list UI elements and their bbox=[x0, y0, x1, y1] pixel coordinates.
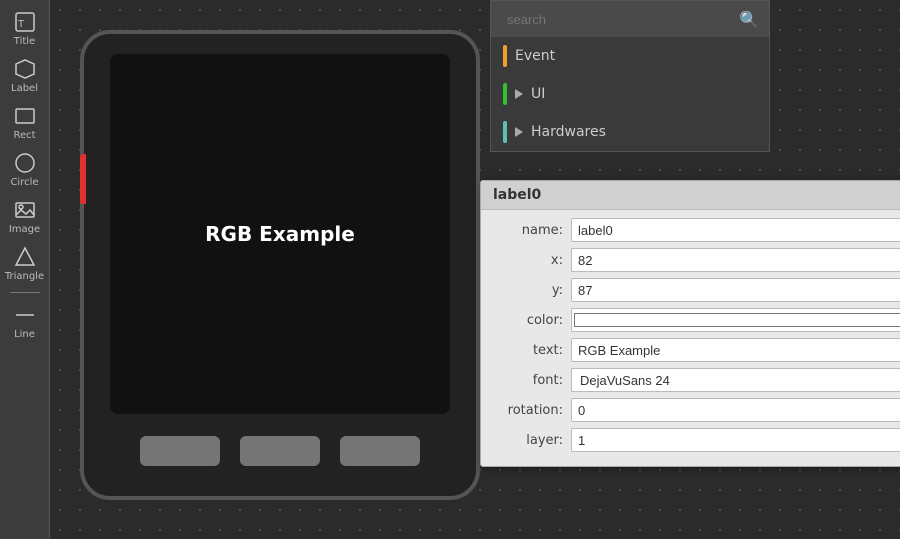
sidebar-item-rect-label: Rect bbox=[13, 130, 35, 141]
sidebar-item-label-label: Label bbox=[11, 83, 38, 94]
dropdown-ui-label: UI bbox=[531, 86, 545, 102]
svg-text:T: T bbox=[18, 19, 24, 30]
prop-input-layer[interactable] bbox=[571, 428, 900, 452]
prop-row-layer: layer: bbox=[493, 428, 900, 452]
dropdown-item-event[interactable]: Event bbox=[491, 37, 769, 75]
device-frame: RGB Example bbox=[80, 30, 480, 500]
prop-input-name[interactable] bbox=[571, 218, 900, 242]
ui-color-bar bbox=[503, 83, 507, 105]
props-header: label0 × bbox=[481, 181, 900, 210]
prop-input-text[interactable] bbox=[571, 338, 900, 362]
props-title: label0 bbox=[493, 187, 541, 203]
props-body: name: x: y: color: bbox=[481, 210, 900, 466]
sidebar-item-rect[interactable]: Rect bbox=[2, 100, 48, 145]
prop-label-y: y: bbox=[493, 283, 563, 298]
prop-row-x: x: bbox=[493, 248, 900, 272]
prop-input-color[interactable] bbox=[571, 308, 900, 332]
properties-panel: label0 × name: x: y: bbox=[480, 180, 900, 467]
hw-expand-icon bbox=[515, 127, 523, 137]
sidebar-item-circle[interactable]: Circle bbox=[2, 147, 48, 192]
prop-row-rotation: rotation: bbox=[493, 398, 900, 422]
prop-label-text: text: bbox=[493, 343, 563, 358]
dropdown-item-ui[interactable]: UI bbox=[491, 75, 769, 113]
prop-label-x: x: bbox=[493, 253, 563, 268]
sidebar-item-label[interactable]: Label bbox=[2, 53, 48, 98]
prop-row-y: y: bbox=[493, 278, 900, 302]
prop-select-font[interactable]: DejaVuSans 24 DejaVuSans 18 DejaVuSans 1… bbox=[571, 368, 900, 392]
dropdown-event-label: Event bbox=[515, 48, 555, 64]
sidebar-item-circle-label: Circle bbox=[10, 177, 38, 188]
screen-text: RGB Example bbox=[205, 222, 355, 246]
sidebar-item-image-label: Image bbox=[9, 224, 40, 235]
sidebar-item-title-label: Title bbox=[14, 36, 35, 47]
device-btn-1[interactable] bbox=[140, 436, 220, 466]
sidebar-item-triangle-label: Triangle bbox=[5, 271, 44, 282]
canvas-area[interactable]: RGB Example 🔍 Event UI bbox=[50, 0, 900, 539]
dropdown-item-hardwares[interactable]: Hardwares bbox=[491, 113, 769, 151]
sidebar-item-image[interactable]: Image bbox=[2, 194, 48, 239]
prop-label-name: name: bbox=[493, 223, 563, 238]
dropdown-panel: 🔍 Event UI Hardwares bbox=[490, 0, 770, 152]
sidebar-item-title[interactable]: T Title bbox=[2, 6, 48, 51]
event-color-bar bbox=[503, 45, 507, 67]
sidebar: T Title Label Rect Circle Image bbox=[0, 0, 50, 539]
prop-row-text: text: bbox=[493, 338, 900, 362]
prop-input-y[interactable] bbox=[571, 278, 900, 302]
prop-label-color: color: bbox=[493, 313, 563, 328]
prop-input-rotation[interactable] bbox=[571, 398, 900, 422]
prop-row-color: color: bbox=[493, 308, 900, 332]
prop-label-font: font: bbox=[493, 373, 563, 388]
device-screen: RGB Example bbox=[110, 54, 450, 414]
main-area: RGB Example 🔍 Event UI bbox=[50, 0, 900, 539]
prop-label-rotation: rotation: bbox=[493, 403, 563, 418]
ui-expand-icon bbox=[515, 89, 523, 99]
prop-row-font: font: DejaVuSans 24 DejaVuSans 18 DejaVu… bbox=[493, 368, 900, 392]
hw-color-bar bbox=[503, 121, 507, 143]
prop-input-x[interactable] bbox=[571, 248, 900, 272]
device-btn-3[interactable] bbox=[340, 436, 420, 466]
search-input[interactable] bbox=[501, 7, 733, 31]
prop-row-name: name: bbox=[493, 218, 900, 242]
search-bar: 🔍 bbox=[491, 1, 769, 37]
prop-label-layer: layer: bbox=[493, 433, 563, 448]
device-btn-2[interactable] bbox=[240, 436, 320, 466]
dropdown-hw-label: Hardwares bbox=[531, 124, 606, 140]
device-buttons bbox=[140, 436, 420, 466]
sidebar-item-line-label: Line bbox=[14, 329, 35, 340]
sidebar-item-line[interactable]: Line bbox=[2, 299, 48, 344]
sidebar-item-triangle[interactable]: Triangle bbox=[2, 241, 48, 286]
sidebar-divider bbox=[10, 292, 40, 293]
search-icon: 🔍 bbox=[739, 10, 759, 29]
red-accent-bar bbox=[80, 154, 86, 204]
